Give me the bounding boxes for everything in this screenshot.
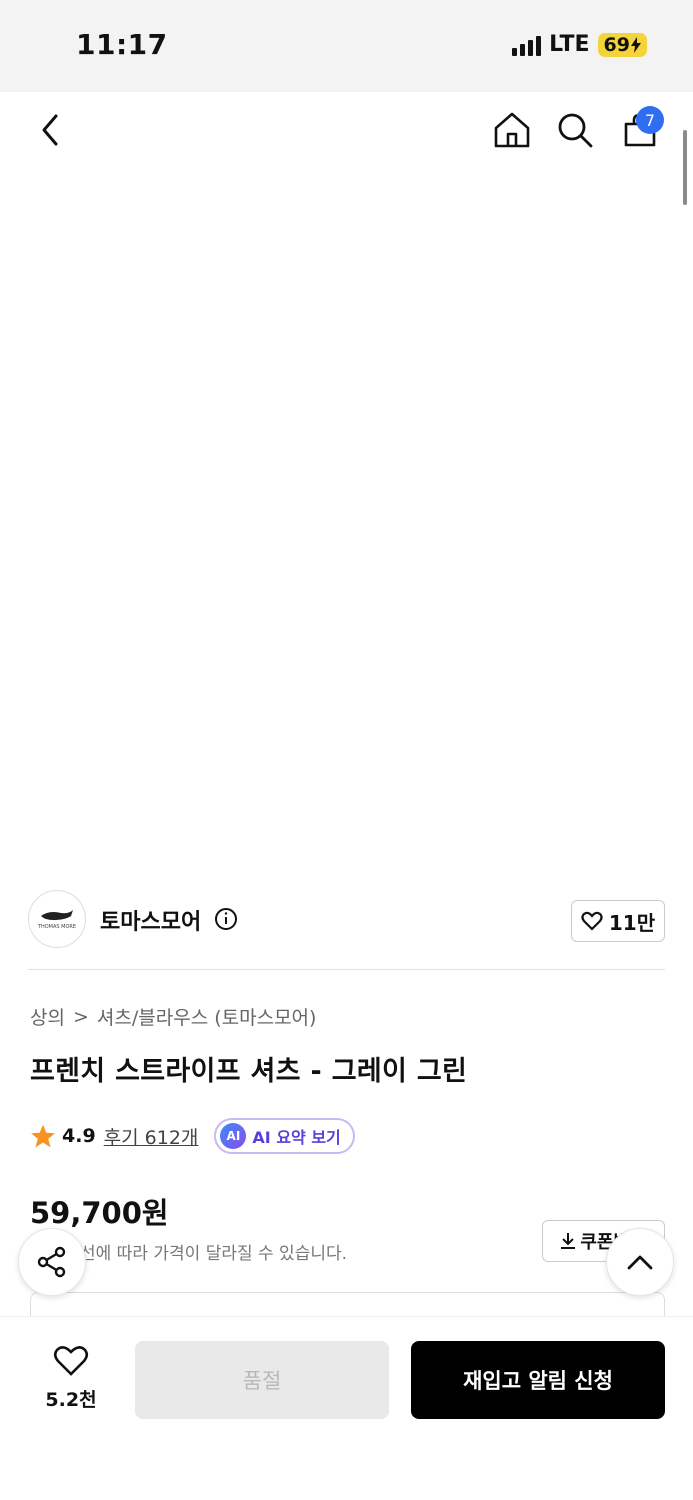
network-label: LTE xyxy=(549,32,590,57)
wish-count: 5.2천 xyxy=(45,1389,97,1411)
expand-icon xyxy=(633,816,654,837)
chevron-up-icon xyxy=(627,1255,653,1270)
shirt-photo xyxy=(37,276,663,832)
cart-count-badge: 7 xyxy=(636,106,664,134)
charging-icon xyxy=(631,36,641,53)
status-indicators: LTE 69 xyxy=(512,32,647,57)
bottom-action-bar: 5.2천 품절 재입고 알림 신청 xyxy=(0,1316,693,1500)
download-icon xyxy=(561,1233,576,1249)
brand-row[interactable]: THOMAS MORE 토마스모어 11만 xyxy=(28,890,665,950)
heart-icon xyxy=(53,1346,89,1376)
heart-icon xyxy=(581,911,603,931)
search-button[interactable] xyxy=(549,104,601,156)
soldout-button: 품절 xyxy=(135,1341,389,1419)
breadcrumb: 상의 > 셔츠/블라우스 (토마스모어) xyxy=(30,1003,316,1030)
wish-button[interactable]: 5.2천 xyxy=(40,1345,102,1412)
search-icon xyxy=(558,113,593,148)
back-button[interactable] xyxy=(24,104,76,156)
price-note: 선에 따라 가격이 달라질 수 있습니다. xyxy=(80,1244,348,1264)
brand-logo-text: THOMAS MORE xyxy=(37,924,77,930)
home-button[interactable] xyxy=(486,104,538,156)
brand-name[interactable]: 토마스모어 xyxy=(100,904,201,936)
star-icon xyxy=(31,1124,55,1148)
status-bar: 11:17 LTE 69 xyxy=(0,0,693,92)
share-icon xyxy=(37,1246,66,1278)
ai-summary-label: AI 요약 보기 xyxy=(252,1128,341,1147)
ai-badge: AI xyxy=(220,1123,247,1149)
product-image[interactable] xyxy=(0,92,693,870)
top-nav: 7 xyxy=(0,92,693,172)
product-title: 프렌치 스트라이프 셔츠 - 그레이 그린 xyxy=(30,1056,468,1087)
breadcrumb-category[interactable]: 상의 xyxy=(30,1003,65,1030)
status-time: 11:17 xyxy=(76,28,168,61)
signal-icon xyxy=(512,34,542,56)
battery-level: 69 xyxy=(603,33,630,56)
back-icon xyxy=(42,114,58,146)
brand-like-count: 11만 xyxy=(608,910,656,935)
breadcrumb-separator: > xyxy=(72,1005,89,1028)
rating-row: 4.9 후기 612개 AI AI 요약 보기 xyxy=(30,1118,355,1154)
cart-button[interactable]: 7 xyxy=(614,104,666,156)
home-icon xyxy=(494,112,530,148)
whale-logo-icon xyxy=(41,910,73,920)
info-icon[interactable] xyxy=(214,907,238,931)
divider xyxy=(28,969,665,970)
restock-alert-button[interactable]: 재입고 알림 신청 xyxy=(411,1341,665,1419)
review-count-link[interactable]: 후기 612개 xyxy=(104,1123,199,1150)
product-price: 59,700원 xyxy=(30,1196,169,1230)
rating-value: 4.9 xyxy=(62,1125,96,1147)
share-button[interactable] xyxy=(18,1228,86,1296)
brand-like-button[interactable]: 11만 xyxy=(571,900,665,942)
battery-indicator: 69 xyxy=(597,32,647,57)
scroll-top-button[interactable] xyxy=(606,1228,674,1296)
ai-summary-button[interactable]: AI AI 요약 보기 xyxy=(214,1118,355,1154)
breadcrumb-subcategory[interactable]: 셔츠/블라우스 (토마스모어) xyxy=(97,1003,317,1030)
expand-button[interactable] xyxy=(622,805,665,848)
brand-logo[interactable]: THOMAS MORE xyxy=(28,890,86,948)
